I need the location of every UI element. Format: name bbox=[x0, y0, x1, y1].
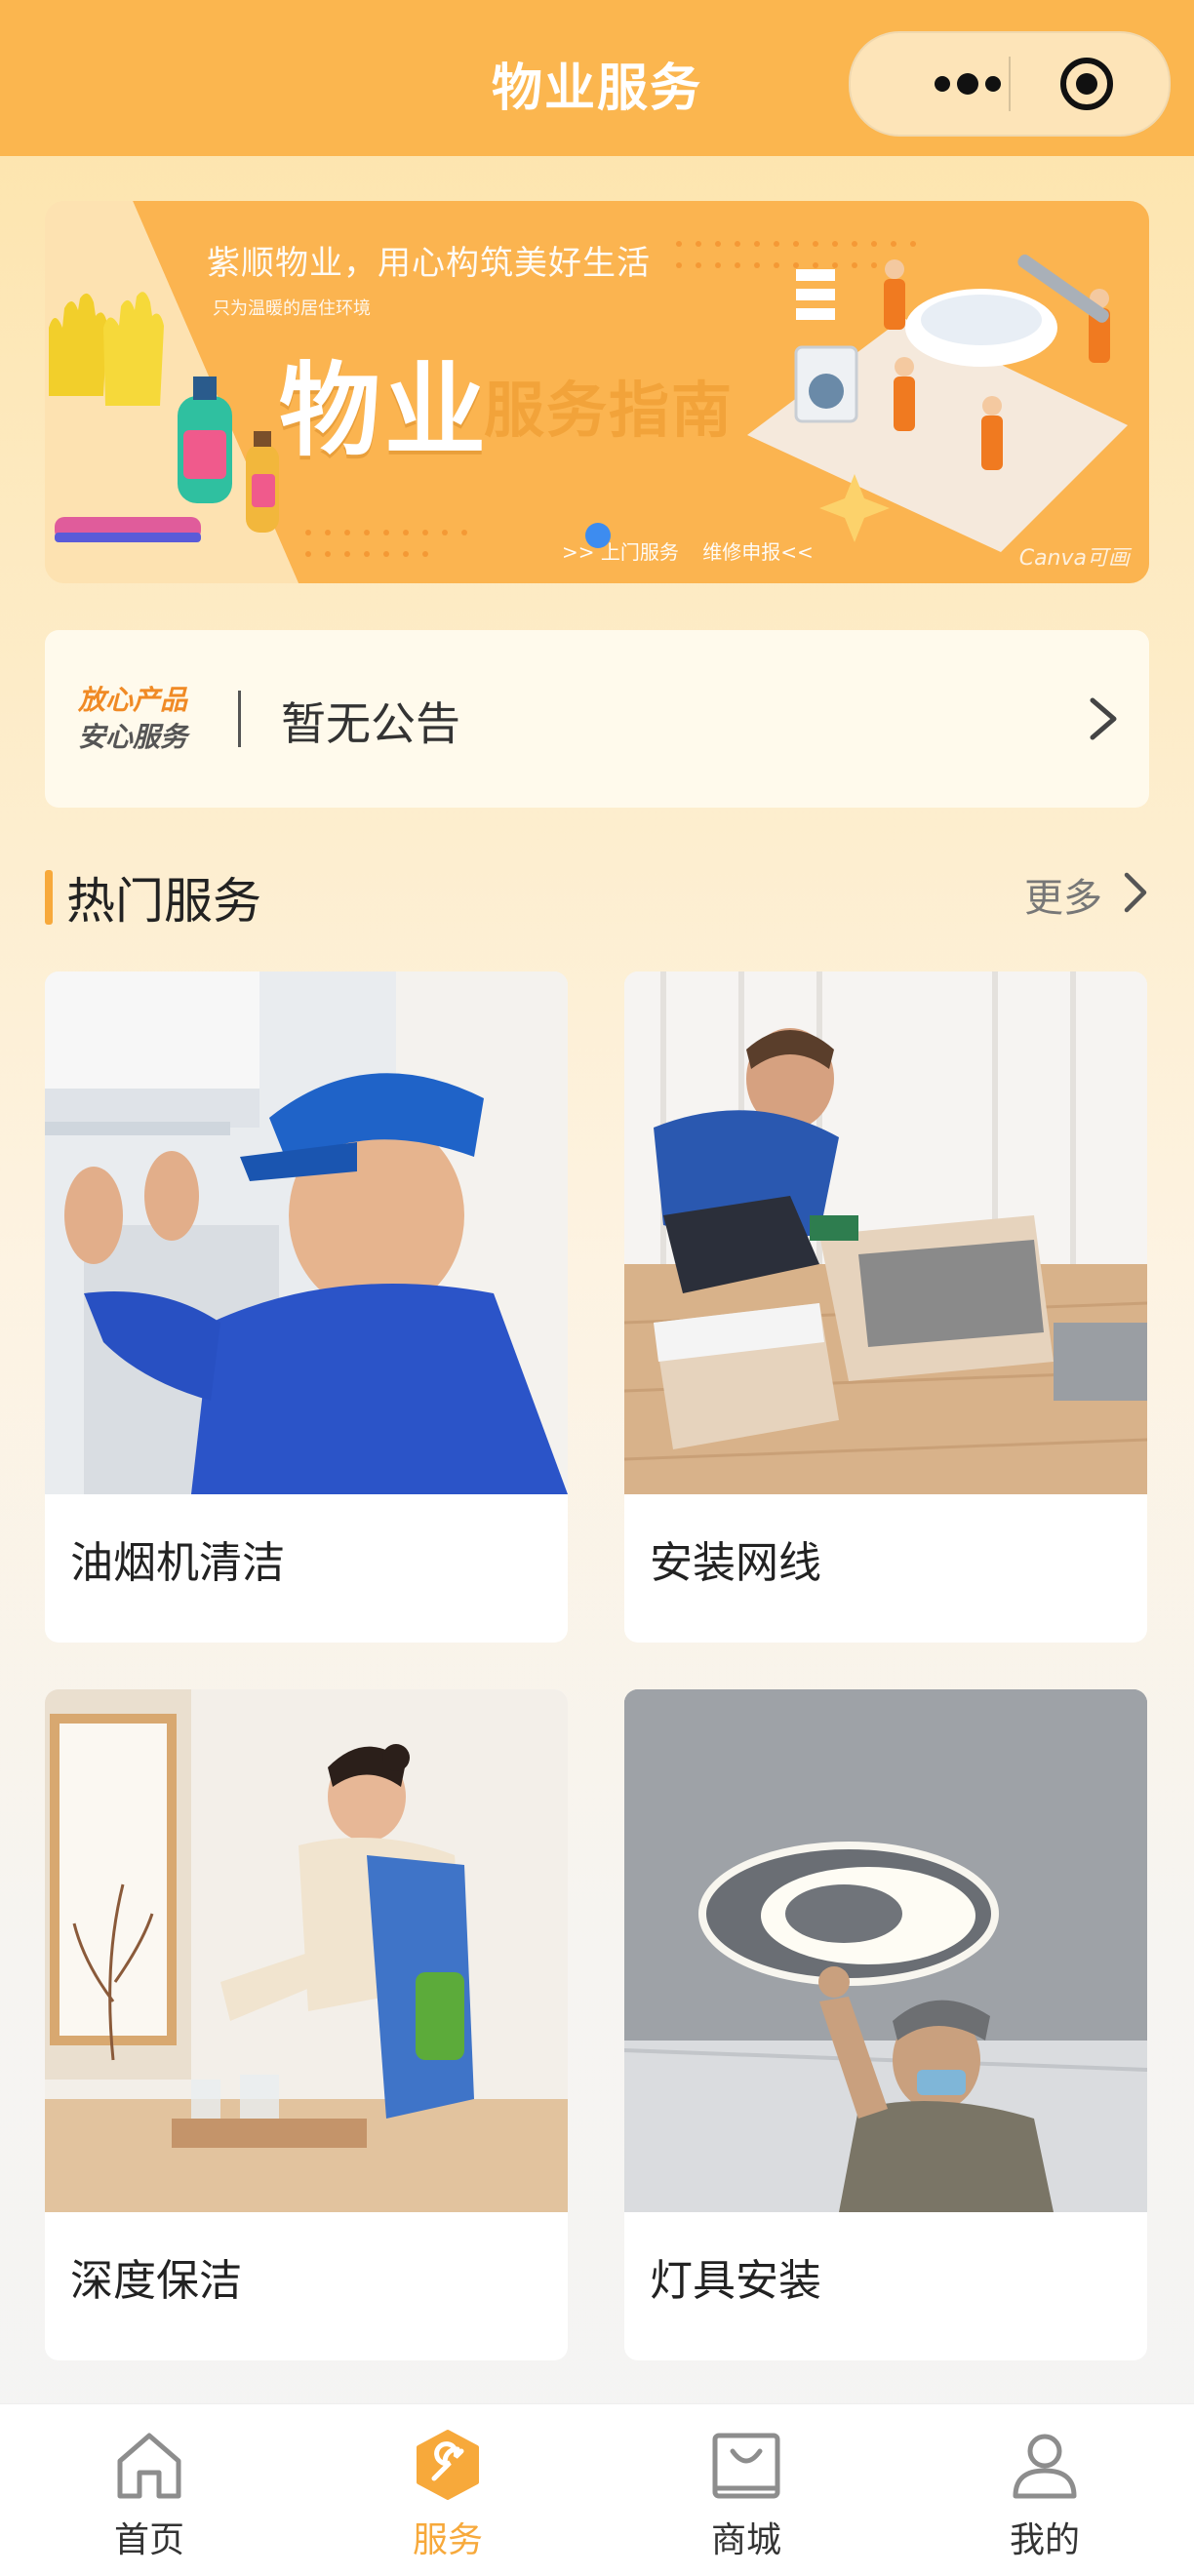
service-label: 深度保洁 bbox=[70, 2256, 242, 2306]
service-card-deep-clean[interactable]: 深度保洁 bbox=[45, 1689, 568, 2360]
section-title: 热门服务 bbox=[66, 873, 261, 930]
capsule-divider bbox=[1009, 57, 1011, 111]
notice-tag-line2: 安心服务 bbox=[78, 721, 188, 753]
user-icon bbox=[1013, 2434, 1077, 2499]
banner-link-visit: >> 上门服务 bbox=[562, 540, 679, 564]
tab-service[interactable]: 服务 bbox=[298, 2404, 597, 2576]
banner-link-repair: 维修申报<< bbox=[702, 540, 814, 564]
banner-subtitle: 只为温暖的居住环境 bbox=[213, 298, 371, 319]
service-label: 油烟机清洁 bbox=[70, 1538, 285, 1588]
tab-label: 服务 bbox=[412, 2520, 483, 2560]
service-card-light-install[interactable]: 灯具安装 bbox=[624, 1689, 1147, 2360]
notice-bar[interactable]: 放心产品 安心服务 暂无公告 bbox=[45, 630, 1149, 808]
tab-shop[interactable]: 商城 bbox=[597, 2404, 896, 2576]
service-card-range-hood[interactable]: 油烟机清洁 bbox=[45, 971, 568, 1643]
service-photo-range-hood bbox=[45, 971, 568, 1494]
chevron-right-icon[interactable] bbox=[1087, 694, 1120, 743]
service-label: 安装网线 bbox=[650, 1538, 821, 1588]
tab-bar: 首页 服务 商城 我的 bbox=[0, 2403, 1194, 2576]
mini-program-capsule bbox=[849, 31, 1171, 137]
carousel-indicator-dot bbox=[585, 523, 611, 548]
tab-label: 首页 bbox=[113, 2520, 184, 2560]
close-target-icon[interactable] bbox=[1059, 57, 1114, 111]
notice-tag-line1: 放心产品 bbox=[78, 684, 188, 716]
tab-label: 我的 bbox=[1009, 2520, 1080, 2560]
nav-bar: 物业服务 bbox=[0, 0, 1194, 156]
banner-watermark: Canva可画 bbox=[1018, 546, 1130, 571]
service-label: 灯具安装 bbox=[650, 2256, 821, 2306]
section-accent-bar bbox=[45, 870, 53, 925]
banner-title-small: 服务指南 bbox=[484, 375, 735, 446]
banner-carousel[interactable]: 紫顺物业，用心构筑美好生活 只为温暖的居住环境 物业 服务指南 >> 上门服务 … bbox=[45, 201, 1149, 583]
notice-text: 暂无公告 bbox=[281, 697, 460, 750]
more-link[interactable]: 更多 bbox=[1024, 866, 1102, 923]
tab-mine[interactable]: 我的 bbox=[896, 2404, 1194, 2576]
service-photo-light-install bbox=[624, 1689, 1147, 2212]
notice-divider bbox=[238, 691, 241, 747]
banner-slogan: 紫顺物业，用心构筑美好生活 bbox=[207, 244, 651, 283]
tab-label: 商城 bbox=[710, 2520, 781, 2560]
chevron-right-icon[interactable] bbox=[1122, 870, 1149, 915]
shop-bag-icon bbox=[712, 2433, 780, 2499]
service-card-network[interactable]: 安装网线 bbox=[624, 971, 1147, 1643]
tab-home[interactable]: 首页 bbox=[0, 2404, 298, 2576]
banner-title-big: 物业 bbox=[279, 351, 491, 470]
home-icon bbox=[117, 2433, 181, 2499]
service-photo-deep-clean bbox=[45, 1689, 568, 2212]
more-dots-icon[interactable] bbox=[929, 70, 1007, 98]
service-photo-network bbox=[624, 971, 1147, 1494]
wrench-icon bbox=[417, 2430, 479, 2500]
